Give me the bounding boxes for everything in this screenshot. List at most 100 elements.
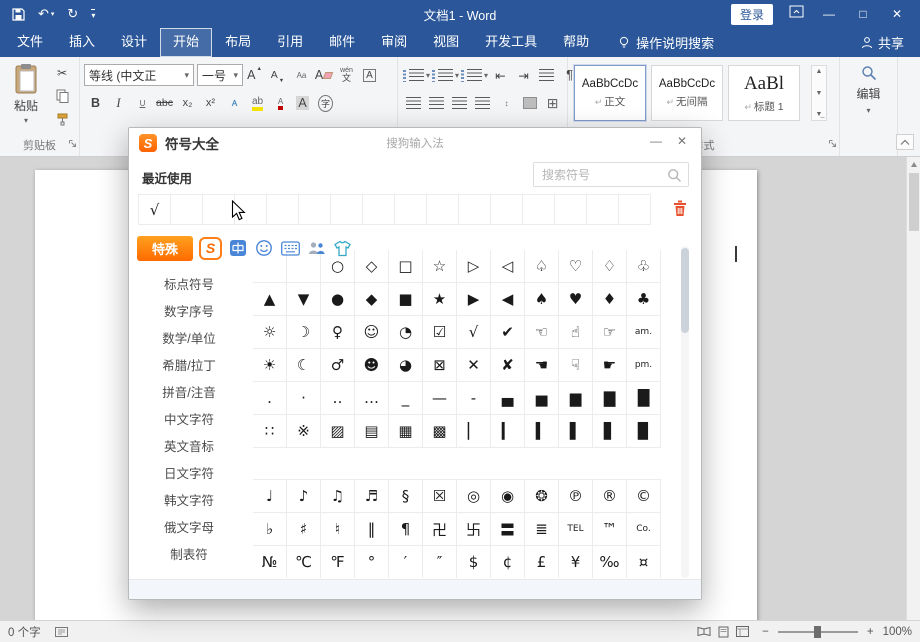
paste-button[interactable]: 粘贴 ▾ xyxy=(5,63,47,133)
login-button[interactable]: 登录 xyxy=(731,4,773,25)
symbol-cell[interactable]: ▉ xyxy=(626,414,661,448)
symbol-cell[interactable]: ® xyxy=(592,479,627,513)
symbol-cell[interactable]: ♪ xyxy=(286,479,321,513)
symbol-cell[interactable]: ▼ xyxy=(286,282,321,316)
skin-tab-icon[interactable] xyxy=(332,238,352,258)
category-日文字符[interactable]: 日文字符 xyxy=(129,461,249,488)
symbol-cell[interactable]: ◔ xyxy=(388,315,423,349)
change-case-icon[interactable] xyxy=(290,64,311,86)
symbol-cell[interactable]: ‥ xyxy=(320,381,355,415)
symbol-cell[interactable]: ‐ xyxy=(456,381,491,415)
chinese-symbols-tab-icon[interactable] xyxy=(228,238,248,258)
symbol-cell[interactable]: ♦ xyxy=(592,282,627,316)
symbol-cell[interactable]: ℗ xyxy=(558,479,593,513)
tab-视图[interactable]: 视图 xyxy=(420,28,472,57)
category-标点符号[interactable]: 标点符号 xyxy=(129,272,249,299)
symbol-cell[interactable]: ◀ xyxy=(490,282,525,316)
symbol-cell[interactable]: ♡ xyxy=(558,250,593,283)
symbol-cell[interactable]: ¢ xyxy=(490,545,525,578)
symbol-cell[interactable]: . xyxy=(253,381,287,415)
character-border-icon[interactable] xyxy=(359,64,380,86)
recent-symbol-cell[interactable] xyxy=(426,194,459,225)
symbol-cell[interactable]: ▎ xyxy=(490,414,525,448)
style-card-标题 1[interactable]: AaBl标题 1 xyxy=(728,65,800,121)
symbol-cell[interactable]: ● xyxy=(320,282,355,316)
shrink-font-icon[interactable] xyxy=(267,64,288,86)
macro-record-icon[interactable] xyxy=(55,627,68,637)
align-left-icon[interactable] xyxy=(403,92,424,114)
symbol-cell[interactable]: 〓 xyxy=(490,512,525,546)
symbol-cell[interactable]: ¤ xyxy=(626,545,661,578)
symbol-cell[interactable]: ◆ xyxy=(354,282,389,316)
recent-symbol-cell[interactable] xyxy=(266,194,299,225)
symbol-cell[interactable]: ☚ xyxy=(524,348,559,382)
font-size-combobox[interactable]: 一号 xyxy=(197,64,243,86)
category-英文音标[interactable]: 英文音标 xyxy=(129,434,249,461)
tab-帮助[interactable]: 帮助 xyxy=(550,28,602,57)
symbol-cell[interactable]: ☝ xyxy=(558,315,593,349)
emoji-tab-icon[interactable] xyxy=(254,238,274,258)
recent-symbol-cell[interactable]: √ xyxy=(138,194,171,225)
category-俄文字母[interactable]: 俄文字母 xyxy=(129,515,249,542)
symbol-cell[interactable]: ☺ xyxy=(354,315,389,349)
sort-icon[interactable] xyxy=(536,64,557,86)
symbol-cell[interactable]: █ xyxy=(626,381,661,415)
recent-symbol-cell[interactable] xyxy=(362,194,395,225)
read-mode-icon[interactable] xyxy=(697,626,711,637)
multilevel-list-icon[interactable] xyxy=(461,64,488,86)
symbol-cell[interactable]: © xyxy=(626,479,661,513)
symbol-cell[interactable]: 卍 xyxy=(422,512,457,546)
category-制表符[interactable]: 制表符 xyxy=(129,542,249,569)
recent-symbol-cell[interactable] xyxy=(554,194,587,225)
symbol-cell[interactable]: ■ xyxy=(388,282,423,316)
symbol-cell[interactable]: ☟ xyxy=(558,348,593,382)
recent-symbol-cell[interactable] xyxy=(330,194,363,225)
character-shading-icon[interactable] xyxy=(292,92,313,114)
styles-dialog-launcher-icon[interactable] xyxy=(828,135,837,153)
tab-开发工具[interactable]: 开发工具 xyxy=(472,28,550,57)
symbol-cell[interactable]: _ xyxy=(388,381,423,415)
align-right-icon[interactable] xyxy=(449,92,470,114)
scrollbar-thumb[interactable] xyxy=(909,173,919,231)
symbol-cell[interactable]: ▌ xyxy=(558,414,593,448)
symbol-cell[interactable]: ☀ xyxy=(253,348,287,382)
dialog-scrollbar-thumb[interactable] xyxy=(681,248,689,333)
zoom-slider[interactable] xyxy=(778,631,858,633)
symbol-cell[interactable]: ♭ xyxy=(253,512,287,546)
font-color-icon[interactable] xyxy=(269,92,290,114)
symbol-cell[interactable]: ✔ xyxy=(490,315,525,349)
zoom-level[interactable]: 100% xyxy=(883,626,912,638)
symbol-cell[interactable]: ♣ xyxy=(626,282,661,316)
symbol-cell[interactable]: ♥ xyxy=(558,282,593,316)
recent-symbol-cell[interactable] xyxy=(490,194,523,225)
cut-icon[interactable]: ✂ xyxy=(53,65,71,81)
grow-font-icon[interactable] xyxy=(244,64,265,86)
copy-icon[interactable] xyxy=(53,88,71,104)
zoom-in-button[interactable]: + xyxy=(867,626,874,638)
save-icon[interactable] xyxy=(12,8,25,21)
symbol-cell[interactable]: pm. xyxy=(626,348,661,382)
undo-icon[interactable]: ↶▾ xyxy=(38,6,54,22)
symbol-cell[interactable]: ∷ xyxy=(253,414,287,448)
symbol-cell[interactable]: ♀ xyxy=(320,315,355,349)
symbol-cell[interactable]: ♩ xyxy=(253,479,287,513)
symbol-cell[interactable]: ℃ xyxy=(286,545,321,578)
contacts-tab-icon[interactable] xyxy=(306,238,326,258)
style-gallery-scroll[interactable]: ▲▼▼̲ xyxy=(811,65,827,121)
scroll-up-icon[interactable] xyxy=(911,162,917,167)
symbol-cell[interactable]: TEL xyxy=(558,512,593,546)
symbol-cell[interactable]: ☑ xyxy=(422,315,457,349)
symbol-cell[interactable]: ☽ xyxy=(286,315,321,349)
category-希腊/拉丁[interactable]: 希腊/拉丁 xyxy=(129,353,249,380)
symbol-cell[interactable]: 卐 xyxy=(456,512,491,546)
enclose-characters-icon[interactable] xyxy=(315,92,336,114)
clear-formatting-icon[interactable] xyxy=(313,64,334,86)
category-数字序号[interactable]: 数字序号 xyxy=(129,299,249,326)
symbol-cell[interactable]: ♠ xyxy=(524,282,559,316)
symbol-cell[interactable]: ℉ xyxy=(320,545,355,578)
editing-button[interactable]: 编辑 ▾ xyxy=(840,65,897,115)
symbol-cell[interactable]: ▩ xyxy=(422,414,457,448)
symbol-cell[interactable]: ☾ xyxy=(286,348,321,382)
collapse-ribbon-icon[interactable] xyxy=(896,134,914,150)
phonetic-guide-icon[interactable] xyxy=(336,64,357,86)
